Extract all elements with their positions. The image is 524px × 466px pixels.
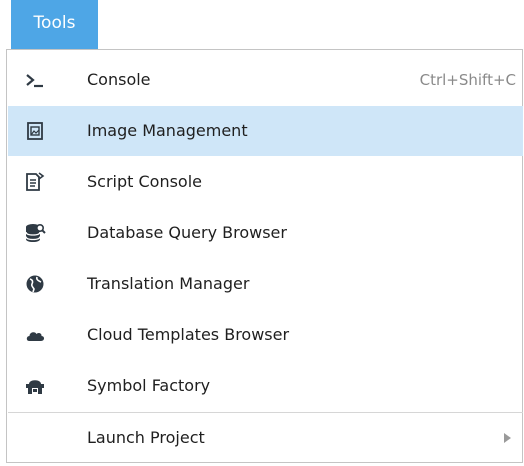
menu-item-image-management[interactable]: Image Management xyxy=(8,106,523,156)
menu-item-launch-project[interactable]: Launch Project xyxy=(8,413,523,463)
menu-item-label: Console xyxy=(87,70,151,89)
cloud-icon xyxy=(24,324,46,346)
menu-item-label: Script Console xyxy=(87,172,203,191)
script-console-icon xyxy=(24,171,46,193)
tools-dropdown-menu: Console Ctrl+Shift+C Image Management Sc… xyxy=(6,49,523,463)
menu-item-symbol-factory[interactable]: Symbol Factory xyxy=(8,361,523,411)
menu-item-translation-manager[interactable]: Translation Manager xyxy=(8,259,523,309)
menu-item-label: Image Management xyxy=(87,121,248,140)
menu-item-label: Launch Project xyxy=(87,428,205,447)
terminal-icon xyxy=(24,69,46,91)
menu-item-label: Cloud Templates Browser xyxy=(87,325,290,344)
database-search-icon xyxy=(24,222,46,244)
menu-item-label: Symbol Factory xyxy=(87,376,211,395)
shortcut-label: Ctrl+Shift+C xyxy=(419,71,516,89)
submenu-arrow-icon xyxy=(504,433,511,443)
menu-item-label: Database Query Browser xyxy=(87,223,287,242)
menu-item-database-query-browser[interactable]: Database Query Browser xyxy=(8,208,523,258)
menu-item-cloud-templates-browser[interactable]: Cloud Templates Browser xyxy=(8,310,523,360)
image-icon xyxy=(24,120,46,142)
tools-menu-tab[interactable]: Tools xyxy=(11,0,98,49)
symbol-factory-icon xyxy=(24,375,46,397)
menu-item-console[interactable]: Console Ctrl+Shift+C xyxy=(8,55,523,105)
menu-bar: Tools xyxy=(0,0,524,50)
menu-item-label: Translation Manager xyxy=(87,274,250,293)
menu-item-script-console[interactable]: Script Console xyxy=(8,157,523,207)
globe-icon xyxy=(24,273,46,295)
